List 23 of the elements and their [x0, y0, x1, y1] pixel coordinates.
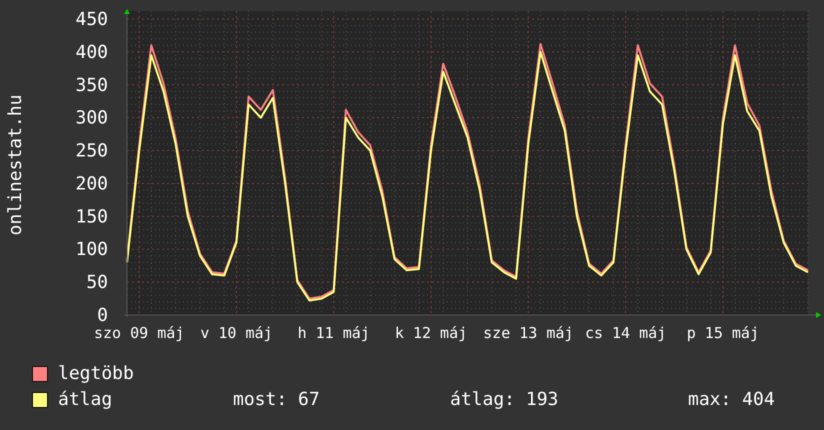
y-tick-label: 300: [75, 108, 108, 129]
x-tick-label: sze 13 máj: [483, 324, 574, 342]
axis-title: onlinestat.hu: [5, 94, 26, 236]
y-tick-label: 450: [75, 9, 108, 30]
y-tick-label: 200: [75, 173, 108, 194]
y-tick-label: 150: [75, 206, 108, 228]
y-tick-label: 0: [97, 305, 108, 326]
legend-label: legtöbb: [58, 363, 134, 385]
stat-value: most: 67: [233, 389, 321, 411]
y-tick-label: 350: [75, 74, 108, 96]
y-tick-label: 250: [75, 140, 108, 162]
stat-value: max: 404: [688, 389, 776, 411]
y-tick-label: 50: [86, 272, 108, 294]
x-tick-label: h 11 máj: [298, 324, 370, 342]
y-tick-label: 400: [75, 42, 108, 63]
x-tick-label: v 10 máj: [200, 324, 273, 342]
x-tick-label: szo 09 máj: [94, 324, 184, 342]
y-tick-label: 100: [75, 239, 108, 260]
x-tick-label: k 12 máj: [394, 324, 468, 342]
x-tick-label: cs 14 máj: [584, 324, 666, 342]
legend-label: átlag: [58, 389, 112, 411]
stat-value: átlag: 193: [450, 389, 560, 411]
x-tick-label: p 15 máj: [686, 324, 759, 342]
